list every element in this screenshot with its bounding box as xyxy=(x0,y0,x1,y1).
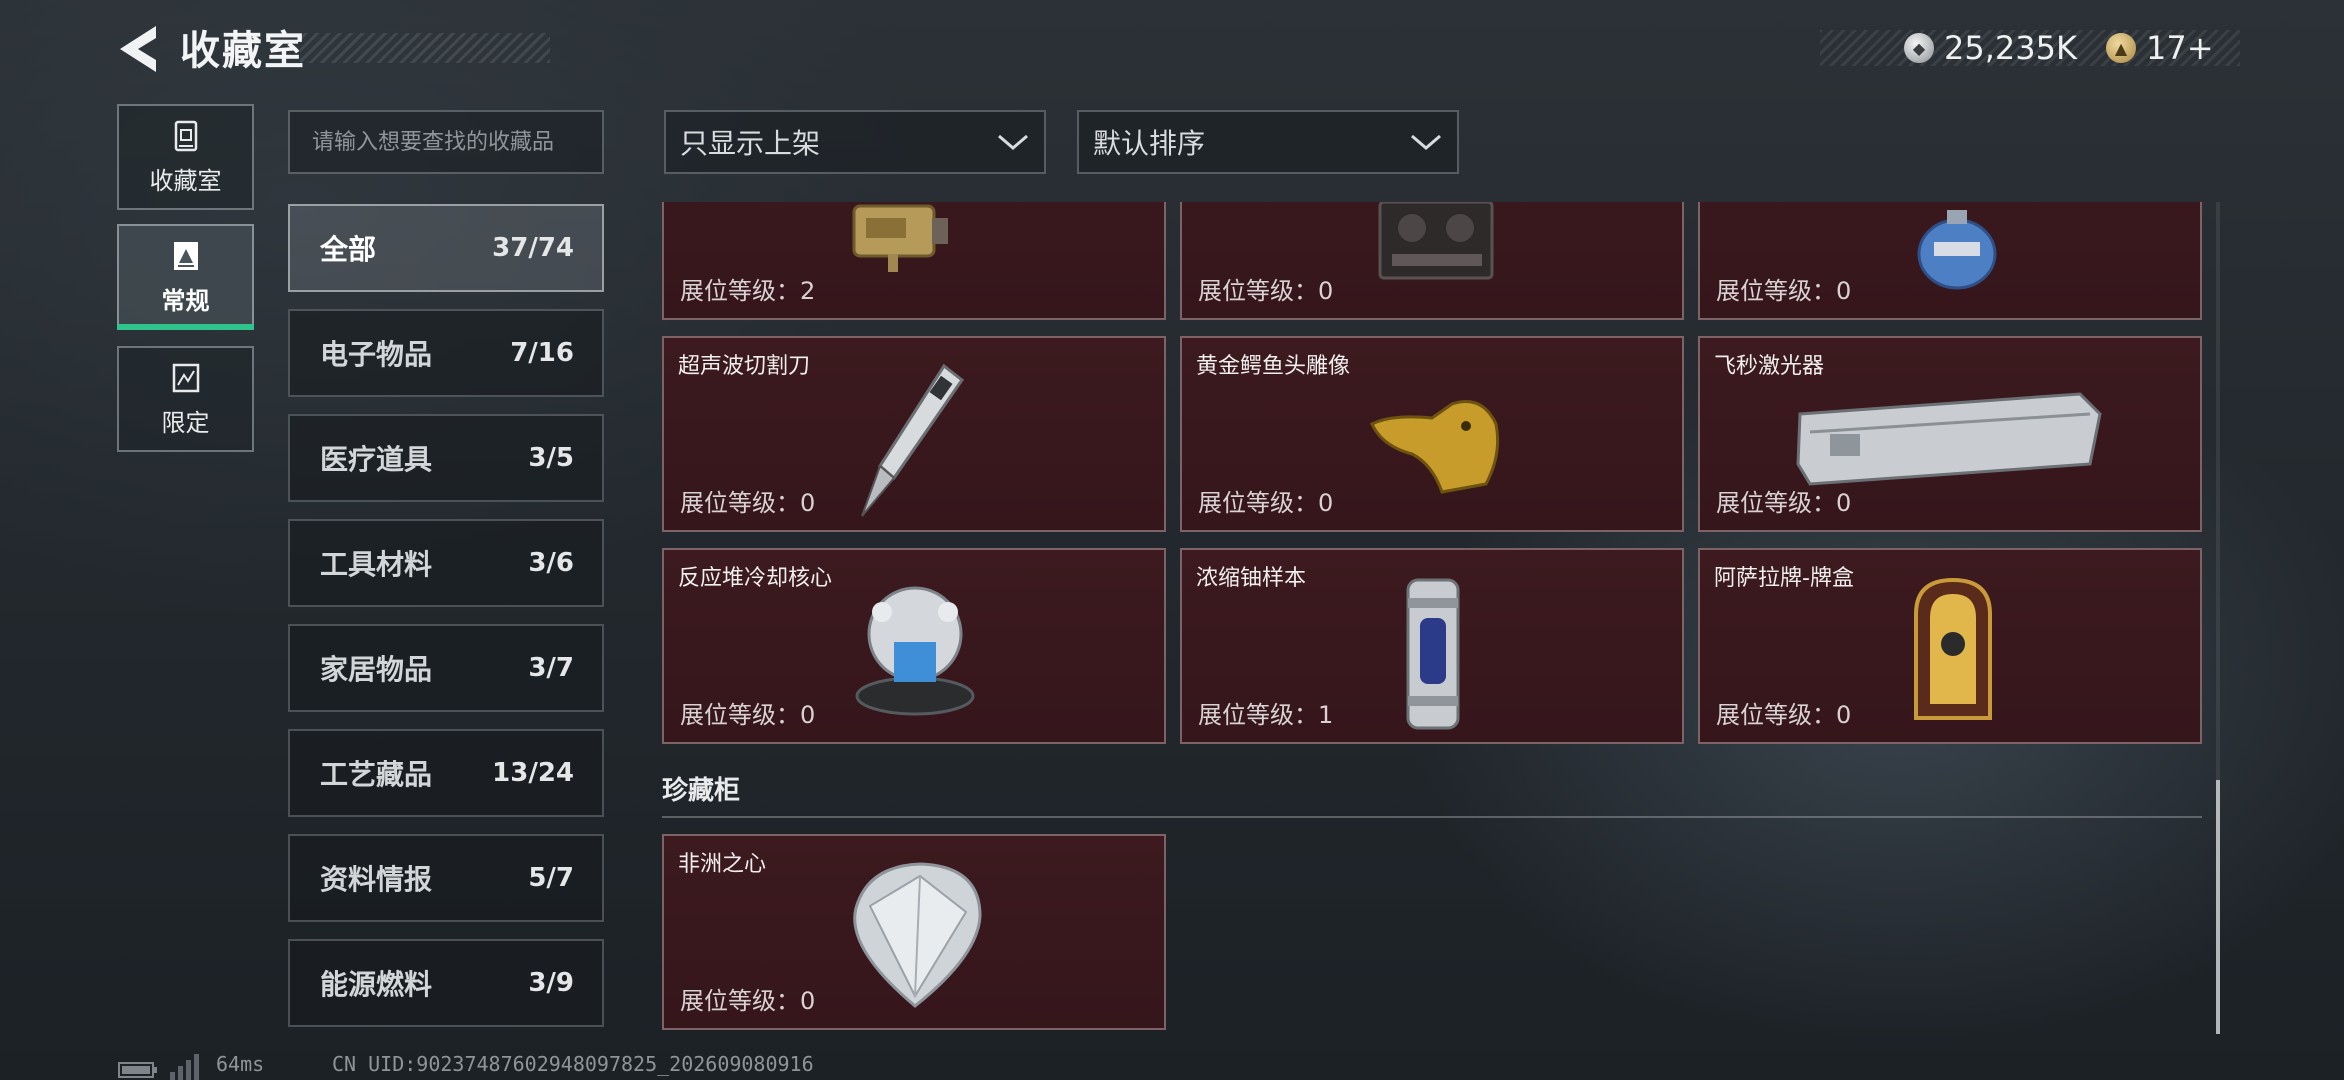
item-level: 展位等级：0 xyxy=(680,987,816,1015)
limited-icon xyxy=(172,363,199,392)
category-label: 资料情报 xyxy=(320,863,433,896)
category-count: 7/16 xyxy=(510,338,574,368)
item-grid[interactable]: 展位等级：2 展位等级：0 展位等级：0 超声波切割刀 展位等级：0 黄金鳄鱼头… xyxy=(662,202,2202,1034)
nav-item-collection[interactable]: 收藏室 xyxy=(117,104,254,210)
scrollbar-thumb[interactable] xyxy=(2216,780,2220,1034)
chevron-down-icon xyxy=(1411,134,1441,150)
currency-silver-value: 25,235K xyxy=(1944,29,2077,67)
reactor-cooling-core-image xyxy=(855,586,975,716)
item-name: 阿萨拉牌-牌盒 xyxy=(1714,566,1854,591)
item-name: 反应堆冷却核心 xyxy=(678,566,833,591)
regular-icon xyxy=(173,241,198,270)
item-card[interactable]: 浓缩铀样本 展位等级：1 xyxy=(1180,548,1684,744)
gold-device-image xyxy=(852,204,948,272)
section-divider xyxy=(662,816,2202,818)
femtosecond-laser-image xyxy=(1796,392,2102,486)
diamond-image xyxy=(853,862,982,1008)
category-count: 3/5 xyxy=(528,443,574,473)
item-card[interactable]: 飞秒激光器 展位等级：0 xyxy=(1698,336,2202,532)
item-level: 展位等级：0 xyxy=(1716,277,1852,305)
category-medical[interactable]: 医疗道具 3/5 xyxy=(288,414,604,502)
latency-text: 64ms xyxy=(216,1052,265,1076)
category-household[interactable]: 家居物品 3/7 xyxy=(288,624,604,712)
item-level: 展位等级：0 xyxy=(1716,701,1852,729)
item-card[interactable]: 展位等级：0 xyxy=(1180,202,1684,320)
category-intel[interactable]: 资料情报 5/7 xyxy=(288,834,604,922)
asala-card-box-image xyxy=(1914,577,1992,720)
ultrasonic-cutter-image xyxy=(861,363,965,517)
nav-label-regular: 常规 xyxy=(161,286,210,315)
category-tools[interactable]: 工具材料 3/6 xyxy=(288,519,604,607)
cabinet-item-card[interactable]: 非洲之心 展位等级：0 xyxy=(662,834,1166,1030)
currency-gold: ▲ 17+ xyxy=(2106,26,2214,70)
item-level: 展位等级：0 xyxy=(680,489,816,517)
golden-crocodile-statue-image xyxy=(1370,400,1500,494)
gas-canister-image xyxy=(1917,210,1997,290)
back-arrow-icon xyxy=(120,26,156,72)
category-all[interactable]: 全部 37/74 xyxy=(288,204,604,292)
display-filter-value: 只显示上架 xyxy=(680,127,821,160)
nav-label-limited: 限定 xyxy=(161,408,210,437)
page-title: 收藏室 xyxy=(180,28,306,74)
nav-item-regular[interactable]: 常规 xyxy=(117,224,254,330)
item-name: 黄金鳄鱼头雕像 xyxy=(1196,354,1351,379)
category-crafts[interactable]: 工艺藏品 13/24 xyxy=(288,729,604,817)
collection-icon xyxy=(174,120,197,151)
item-level: 展位等级：0 xyxy=(680,701,816,729)
title-decoration xyxy=(300,33,550,63)
uranium-sample-image xyxy=(1406,578,1460,730)
category-count: 3/9 xyxy=(528,968,574,998)
gold-coin-icon: ▲ xyxy=(2106,33,2136,63)
item-level: 展位等级：2 xyxy=(680,277,816,305)
item-card[interactable]: 展位等级：0 xyxy=(1698,202,2202,320)
item-level: 展位等级：1 xyxy=(1198,701,1334,729)
signal-icon xyxy=(170,1054,199,1080)
category-label: 医疗道具 xyxy=(320,443,433,476)
back-button[interactable] xyxy=(116,24,162,74)
category-label: 电子物品 xyxy=(320,338,433,371)
category-label: 工艺藏品 xyxy=(320,758,433,791)
display-filter-dropdown[interactable]: 只显示上架 xyxy=(664,110,1046,174)
uid-text: CN UID:90237487602948097825_202609080916 xyxy=(332,1052,814,1076)
item-level: 展位等级：0 xyxy=(1716,489,1852,517)
item-card[interactable]: 展位等级：2 xyxy=(662,202,1166,320)
item-name: 浓缩铀样本 xyxy=(1196,566,1307,591)
category-count: 37/74 xyxy=(492,233,574,263)
category-count: 5/7 xyxy=(528,863,574,893)
cabinet-section-title: 珍藏柜 xyxy=(662,776,741,806)
category-energy[interactable]: 能源燃料 3/9 xyxy=(288,939,604,1027)
category-label: 能源燃料 xyxy=(320,968,433,1001)
category-label: 工具材料 xyxy=(320,548,433,581)
item-level: 展位等级：0 xyxy=(1198,277,1334,305)
nav-label-collection: 收藏室 xyxy=(149,166,222,195)
category-label: 全部 xyxy=(320,233,377,266)
currency-gold-value: 17+ xyxy=(2146,29,2214,67)
item-name: 非洲之心 xyxy=(678,852,767,877)
item-name: 超声波切割刀 xyxy=(678,354,811,379)
page-title-wrap: 收藏室 xyxy=(180,24,306,74)
item-card[interactable]: 黄金鳄鱼头雕像 展位等级：0 xyxy=(1180,336,1684,532)
sort-dropdown[interactable]: 默认排序 xyxy=(1077,110,1459,174)
currency-silver: ◆ 25,235K xyxy=(1904,26,2077,70)
item-card[interactable]: 反应堆冷却核心 展位等级：0 xyxy=(662,548,1166,744)
item-card[interactable]: 超声波切割刀 展位等级：0 xyxy=(662,336,1166,532)
battery-icon xyxy=(118,1062,157,1078)
category-electronics[interactable]: 电子物品 7/16 xyxy=(288,309,604,397)
chevron-down-icon xyxy=(998,134,1028,150)
item-level: 展位等级：0 xyxy=(1198,489,1334,517)
silver-coin-icon: ◆ xyxy=(1904,33,1934,63)
category-count: 3/7 xyxy=(528,653,574,683)
tape-recorder-image xyxy=(1378,202,1494,280)
category-count: 13/24 xyxy=(492,758,574,788)
search-input[interactable] xyxy=(288,110,604,174)
category-count: 3/6 xyxy=(528,548,574,578)
item-card[interactable]: 阿萨拉牌-牌盒 展位等级：0 xyxy=(1698,548,2202,744)
sort-value: 默认排序 xyxy=(1093,127,1206,160)
category-label: 家居物品 xyxy=(320,653,433,686)
nav-item-limited[interactable]: 限定 xyxy=(117,346,254,452)
